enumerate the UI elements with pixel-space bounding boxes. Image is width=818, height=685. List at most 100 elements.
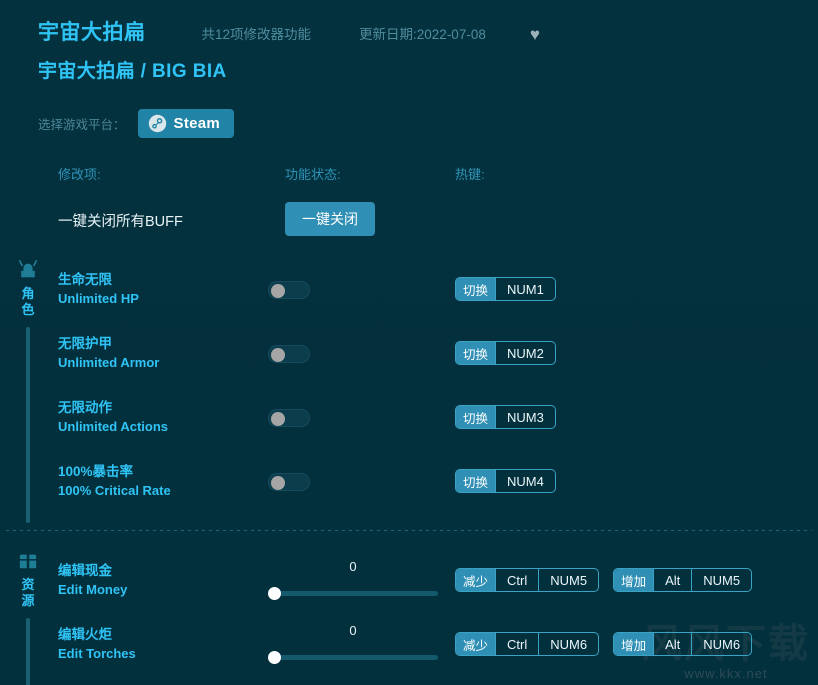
hotkey-group-list: 减少 Ctrl NUM5 增加 Alt NUM5 [455,568,753,592]
modifier-name-en: Unlimited Armor [58,354,160,370]
platform-selector: 选择游戏平台： Steam [38,109,818,138]
hotkey-key: Alt [653,633,691,655]
section-helmet: 角色 生命无限 Unlimited HP 切换 NUM1 无限护甲 Unlimited Ar… [0,250,818,523]
hotkey-key: Ctrl [495,633,538,655]
hotkey-group[interactable]: 减少 Ctrl NUM5 [455,568,600,592]
section-rows: 生命无限 Unlimited HP 切换 NUM1 无限护甲 Unlimited Armo… [0,260,818,516]
heart-icon[interactable]: ♥ [530,26,540,43]
hotkey-group-list: 切换 NUM4 [455,469,556,493]
modifier-row: 无限护甲 Unlimited Armor 切换 NUM2 [0,324,818,388]
hotkey-group-list: 切换 NUM2 [455,341,556,365]
hotkey-group-list: 切换 NUM3 [455,405,556,429]
column-header-modifier: 修改项: [58,167,101,182]
modifier-slider[interactable]: 0 [268,623,438,664]
slider-value: 0 [349,623,357,638]
modifier-row: 无限动作 Unlimited Actions 切换 NUM3 [0,388,818,452]
section-rows: 编辑现金 Edit Money 0 减少 Ctrl NUM5 增加 Alt NUM5 编辑火炬 Ed… [0,551,818,679]
modifier-toggle[interactable] [268,345,310,363]
modifier-slider[interactable]: 0 [268,559,438,600]
platform-label: 选择游戏平台： [38,118,126,132]
modifier-name-en: Unlimited Actions [58,418,169,434]
slider-knob[interactable] [268,651,281,664]
modifier-names: 编辑现金 Edit Money [58,561,127,599]
modifier-name-en: 100% Critical Rate [58,482,171,498]
toggle-knob [271,284,285,298]
hotkey-key: NUM5 [691,569,751,591]
hotkey-key: Alt [653,569,691,591]
hotkey-group[interactable]: 切换 NUM3 [455,405,556,429]
modifier-name-en: Unlimited HP [58,290,139,306]
modifier-name-en: Edit Torches [58,645,136,661]
title-row: 宇宙大拍扁 共12项修改器功能 更新日期:2022-07-08 ♥ [38,16,818,46]
page-title: 宇宙大拍扁 [38,21,146,44]
hotkey-group[interactable]: 切换 NUM2 [455,341,556,365]
modifier-name-cn: 无限护甲 [58,336,112,351]
slider-knob[interactable] [268,587,281,600]
hotkey-group-list: 减少 Ctrl NUM6 增加 Alt NUM6 [455,632,753,656]
one-key-row: 一键关闭所有BUFF 一键关闭 [0,194,818,250]
hotkey-action-label: 切换 [456,406,496,428]
modifier-app-window: 风风下载 www.kkx.net 宇宙大拍扁 共12项修改器功能 更新日期:20… [0,0,818,685]
section-chest: 资源 编辑现金 Edit Money 0 减少 Ctrl NUM5 增加 Alt NUM5 编辑火炬… [0,545,818,685]
modifier-name-cn: 编辑现金 [58,563,112,578]
platform-name: Steam [173,115,221,132]
column-header-hotkey: 热键: [455,167,485,182]
hotkey-group[interactable]: 增加 Alt NUM5 [613,568,753,592]
modifier-name-cn: 编辑火炬 [58,627,112,642]
modifier-row: 编辑现金 Edit Money 0 减少 Ctrl NUM5 增加 Alt NUM5 [0,551,818,615]
modifier-names: 无限动作 Unlimited Actions [58,398,168,436]
hotkey-group-list: 切换 NUM1 [455,277,556,301]
slider-value: 0 [349,559,357,574]
hotkey-key: NUM2 [495,342,555,364]
slider-track[interactable] [268,587,438,600]
feature-count-label: 共12项修改器功能 [201,27,312,42]
hotkey-key: NUM6 [691,633,751,655]
hotkey-action-label: 减少 [456,633,496,655]
modifier-names: 编辑火炬 Edit Torches [58,625,136,663]
toggle-knob [271,412,285,426]
hotkey-key: Ctrl [495,569,538,591]
modifier-name-cn: 100%暴击率 [58,464,134,479]
hotkey-action-label: 切换 [456,278,496,300]
one-key-disable-button[interactable]: 一键关闭 [285,202,375,236]
modifier-row: 生命无限 Unlimited HP 切换 NUM1 [0,260,818,324]
hotkey-action-label: 增加 [614,633,654,655]
page-subtitle: 宇宙大拍扁 / BIG BIA [38,61,227,82]
hotkey-group[interactable]: 增加 Alt NUM6 [613,632,753,656]
hotkey-key: NUM1 [495,278,555,300]
platform-button-steam[interactable]: Steam [137,109,235,138]
modifier-toggle[interactable] [268,409,310,427]
column-header-state: 功能状态: [285,167,341,182]
hotkey-group[interactable]: 减少 Ctrl NUM6 [455,632,600,656]
hotkey-group[interactable]: 切换 NUM4 [455,469,556,493]
slider-track[interactable] [268,651,438,664]
modifier-names: 100%暴击率 100% Critical Rate [58,462,171,500]
hotkey-action-label: 切换 [456,342,496,364]
one-key-label: 一键关闭所有BUFF [58,214,183,230]
modifier-toggle[interactable] [268,473,310,491]
modifier-name-cn: 无限动作 [58,400,112,415]
modifier-names: 生命无限 Unlimited HP [58,270,139,308]
toggle-knob [271,348,285,362]
hotkey-key: NUM5 [538,569,598,591]
section-divider [6,530,812,531]
steam-icon [148,114,166,133]
modifier-names: 无限护甲 Unlimited Armor [58,334,159,372]
sections-host: 角色 生命无限 Unlimited HP 切换 NUM1 无限护甲 Unlimited Ar… [0,250,818,685]
hotkey-action-label: 增加 [614,569,654,591]
hotkey-key: NUM4 [495,470,555,492]
modifier-name-cn: 生命无限 [58,272,112,287]
modifier-row: 100%暴击率 100% Critical Rate 切换 NUM4 [0,452,818,516]
hotkey-action-label: 切换 [456,470,496,492]
update-date-label: 更新日期:2022-07-08 [359,27,486,42]
modifier-row: 编辑火炬 Edit Torches 0 减少 Ctrl NUM6 增加 Alt NUM6 [0,615,818,679]
toggle-knob [271,476,285,490]
header: 宇宙大拍扁 共12项修改器功能 更新日期:2022-07-08 ♥ 宇宙大拍扁 … [0,0,818,83]
modifier-name-en: Edit Money [58,581,128,597]
hotkey-action-label: 减少 [456,569,496,591]
column-headers: 修改项: 功能状态: 热键: [0,164,818,194]
hotkey-key: NUM3 [495,406,555,428]
hotkey-key: NUM6 [538,633,598,655]
modifier-toggle[interactable] [268,281,310,299]
hotkey-group[interactable]: 切换 NUM1 [455,277,556,301]
